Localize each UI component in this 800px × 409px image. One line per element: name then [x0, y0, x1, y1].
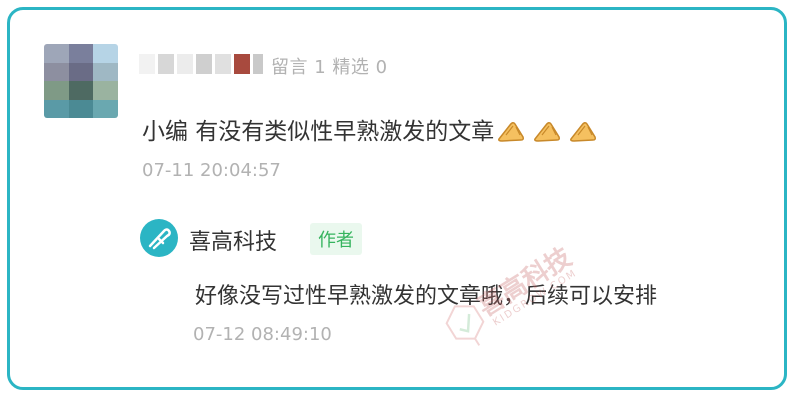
- author-name[interactable]: 喜高科技: [189, 224, 277, 256]
- author-badge: 作者: [310, 223, 362, 255]
- reply-timestamp: 07-12 08:49:10: [193, 324, 332, 345]
- author-logo-icon[interactable]: [140, 219, 178, 257]
- comment-card: [7, 7, 787, 390]
- comment-body: 小编 有没有类似性早熟激发的文章: [142, 112, 600, 146]
- commenter-name-blurred: [139, 52, 263, 76]
- praying-hands-emoji: [534, 121, 561, 142]
- commenter-avatar[interactable]: [44, 44, 118, 118]
- comment-stats: 留言 1 精选 0: [271, 57, 388, 78]
- praying-hands-emoji: [570, 121, 597, 142]
- comment-timestamp: 07-11 20:04:57: [142, 160, 281, 181]
- praying-hands-emoji: [498, 121, 525, 142]
- emoji-group: [496, 115, 600, 143]
- comment-text: 小编 有没有类似性早熟激发的文章: [142, 119, 495, 145]
